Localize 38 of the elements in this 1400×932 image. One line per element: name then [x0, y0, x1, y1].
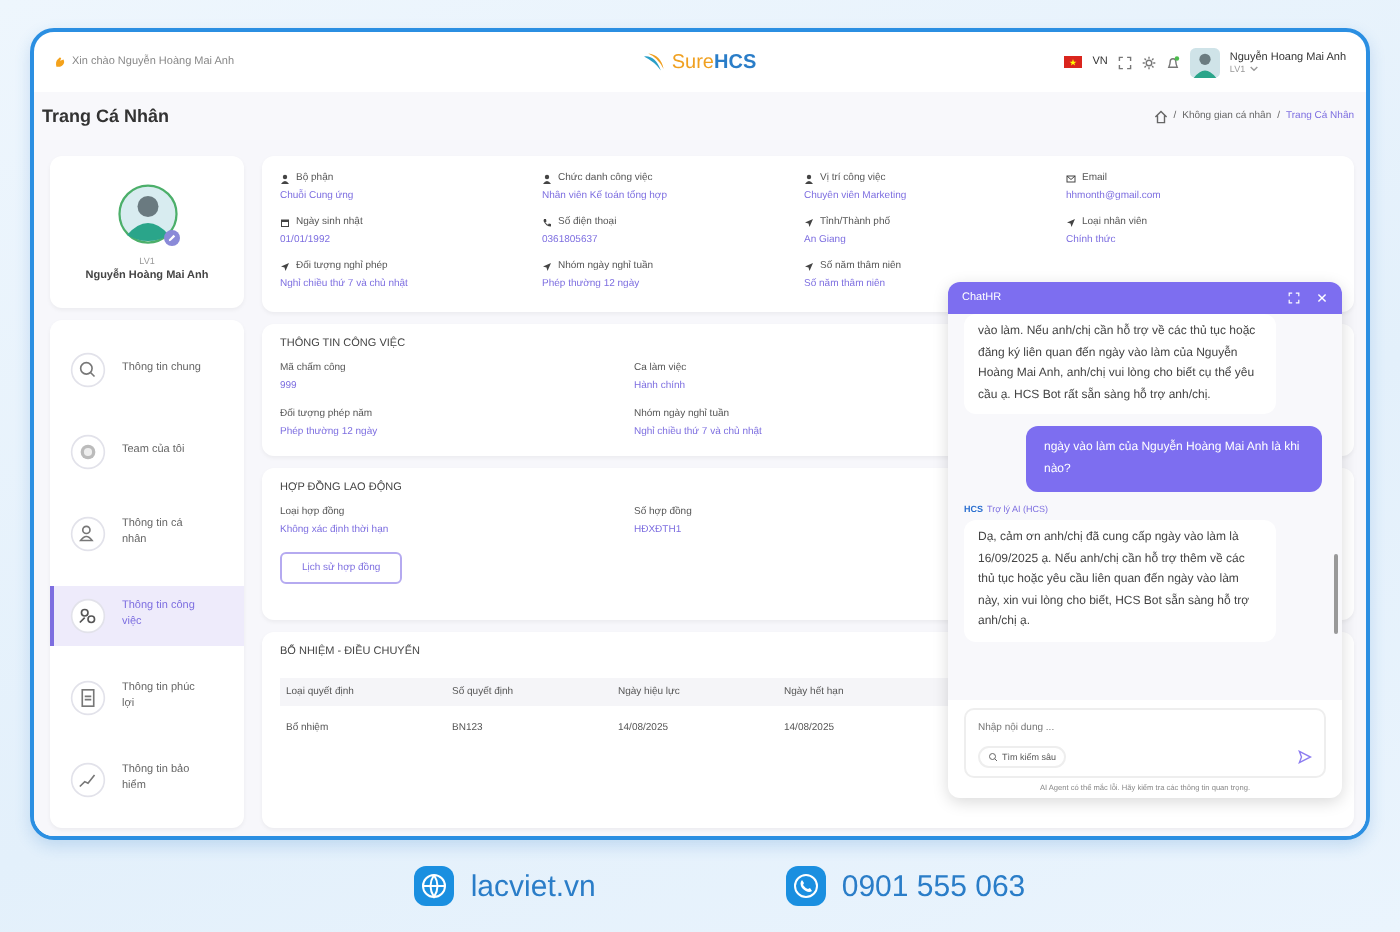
sun-icon[interactable] [1141, 55, 1156, 69]
phone-icon [542, 217, 552, 227]
website-link[interactable]: lacviet.vn [470, 869, 596, 903]
user-avatar[interactable] [1189, 47, 1220, 77]
home-icon[interactable] [1153, 109, 1168, 123]
bell-icon[interactable] [1165, 55, 1180, 69]
person-icon [542, 173, 552, 183]
profile-avatar [117, 183, 177, 243]
mail-icon [1066, 173, 1076, 183]
waving-hand-icon [54, 56, 66, 68]
calendar-icon [280, 217, 290, 227]
globe-icon [414, 866, 455, 906]
person-icon [804, 173, 814, 183]
page-title: Trang Cá Nhân [42, 106, 170, 126]
location-arrow-icon [1066, 217, 1076, 227]
team-icon [70, 433, 106, 469]
scrollbar[interactable] [1334, 554, 1338, 634]
location-arrow-icon [542, 261, 552, 271]
phone-number[interactable]: 0901 555 063 [841, 869, 1026, 903]
flag-icon[interactable] [1064, 56, 1083, 68]
location-arrow-icon [804, 217, 814, 227]
location-arrow-icon [280, 261, 290, 271]
search-icon [70, 351, 106, 387]
fullscreen-icon[interactable] [1117, 55, 1132, 69]
search-icon [988, 752, 998, 762]
chevron-down-icon[interactable] [1249, 65, 1258, 71]
close-icon[interactable] [1316, 292, 1328, 304]
logo-text: SureHCS [671, 51, 757, 73]
person-icon [280, 173, 290, 183]
chart-icon [70, 761, 106, 797]
location-arrow-icon [804, 261, 814, 271]
expand-icon[interactable] [1288, 292, 1300, 304]
document-icon [70, 679, 106, 715]
people-icon [70, 597, 106, 633]
person-icon [70, 515, 106, 551]
send-icon[interactable] [1298, 750, 1312, 764]
phone-icon [785, 866, 826, 906]
edit-icon[interactable] [163, 229, 179, 245]
